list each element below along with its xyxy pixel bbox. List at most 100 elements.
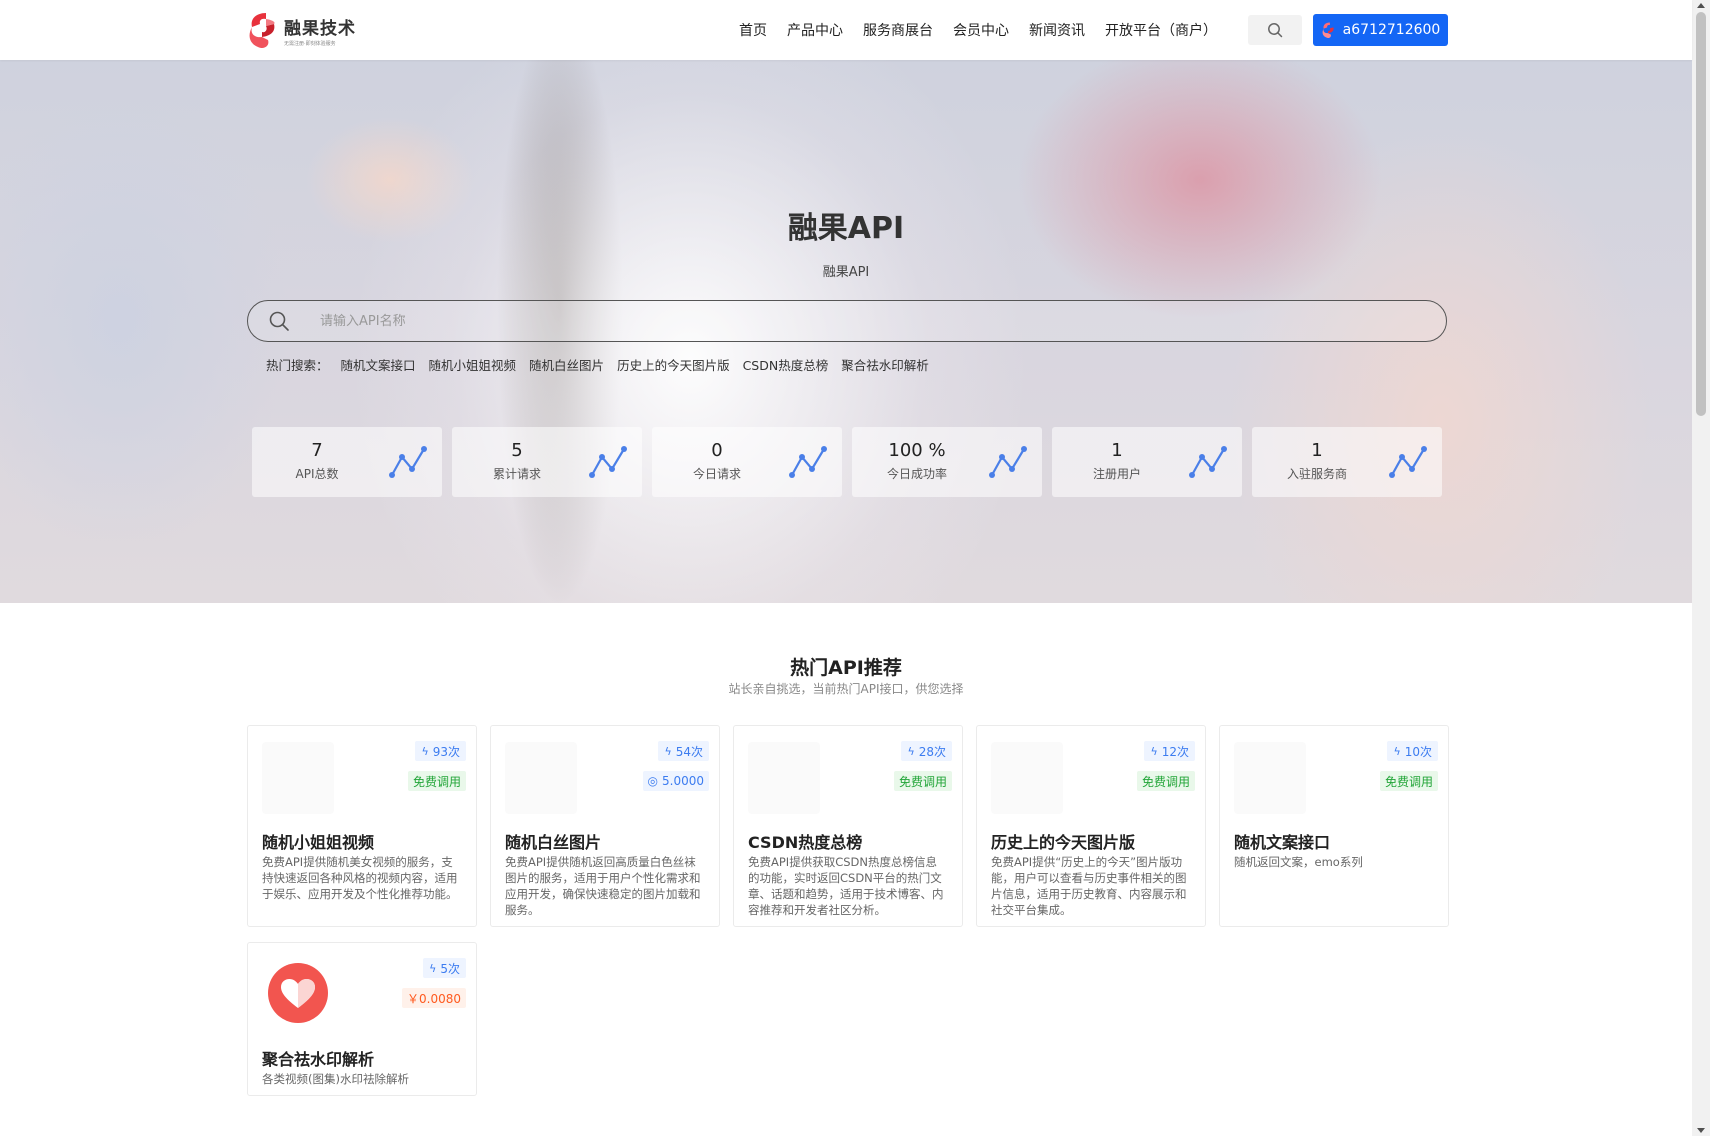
call-count-badge: ϟ 54次: [658, 741, 709, 761]
trend-line-icon: [1389, 446, 1427, 478]
hot-search-link[interactable]: 随机文案接口: [341, 355, 416, 374]
api-search-input[interactable]: [320, 301, 1446, 341]
coin-icon: ◎: [647, 774, 658, 788]
logo-subtext: 无需注册·即刻体验服务: [284, 40, 336, 47]
user-logo-icon: [1322, 22, 1334, 39]
hot-search-link[interactable]: 随机小姐姐视频: [429, 355, 517, 374]
lightning-icon: ϟ: [664, 744, 672, 758]
nav-open-platform[interactable]: 开放平台（商户）: [1105, 20, 1217, 40]
trend-line-icon: [389, 446, 427, 478]
api-title: 聚合祛水印解析: [262, 1050, 375, 1069]
stat-card-api-total: 7 API总数: [252, 427, 442, 497]
api-description: 免费API提供获取CSDN热度总榜信息的功能，实时返回CSDN平台的热门文章、话…: [748, 855, 944, 917]
logo-icon: [249, 13, 275, 49]
stat-card-success-rate: 100 % 今日成功率: [852, 427, 1042, 497]
hot-search-link[interactable]: 随机白丝图片: [529, 355, 604, 374]
call-count: 28次: [918, 744, 946, 759]
stat-label: 累计请求: [492, 467, 541, 481]
header-inner: 融果技术 无需注册·即刻体验服务 首页 产品中心 服务商展台 会员中心 新闻资讯…: [246, 0, 1448, 60]
top-header: 融果技术 无需注册·即刻体验服务 首页 产品中心 服务商展台 会员中心 新闻资讯…: [0, 0, 1692, 60]
heart-icon: [268, 963, 328, 1023]
api-description: 免费API提供“历史上的今天”图片版功能，用户可以查看与历史事件相关的图片信息，…: [991, 855, 1187, 917]
trend-line-icon: [589, 446, 627, 478]
hot-search-label: 热门搜索：: [266, 358, 329, 373]
api-thumbnail: [748, 742, 820, 814]
stat-value: 1: [1111, 440, 1123, 461]
call-count: 93次: [432, 744, 460, 759]
price-badge: 免费调用: [1379, 771, 1438, 791]
api-description: 免费API提供随机美女视频的服务，支持快速返回各种风格的视频内容，适用于娱乐、应…: [262, 855, 458, 901]
stat-label: 注册用户: [1092, 467, 1141, 481]
stat-label: 入驻服务商: [1286, 467, 1347, 481]
scroll-down-arrow[interactable]: [1697, 1128, 1705, 1133]
api-card[interactable]: ϟ 28次 免费调用 CSDN热度总榜 免费API提供获取CSDN热度总榜信息的…: [733, 725, 963, 927]
search-icon: [269, 311, 289, 331]
api-card[interactable]: ϟ 5次 ￥0.0080 聚合祛水印解析 各类视频(图集)水印祛除解析: [247, 942, 477, 1096]
stat-card-total-requests: 5 累计请求: [452, 427, 642, 497]
search-icon: [1268, 23, 1283, 38]
trend-line-icon: [1189, 446, 1227, 478]
call-count: 5次: [440, 961, 460, 976]
api-card[interactable]: ϟ 54次 ◎ 5.0000 随机白丝图片 免费API提供随机返回高质量白色丝袜…: [490, 725, 720, 927]
nav-member[interactable]: 会员中心: [953, 20, 1009, 40]
hero-title: 融果API: [787, 211, 905, 246]
hero-search-bar: [247, 300, 1447, 342]
call-count-badge: ϟ 12次: [1144, 741, 1195, 761]
api-card[interactable]: ϟ 93次 免费调用 随机小姐姐视频 免费API提供随机美女视频的服务，支持快速…: [247, 725, 477, 927]
hero-subtitle: 融果API: [822, 265, 870, 280]
stat-card-providers: 1 入驻服务商: [1252, 427, 1442, 497]
stat-value: 5: [511, 440, 523, 461]
logo-text: 融果技术: [284, 18, 356, 39]
call-count-badge: ϟ 10次: [1387, 741, 1438, 761]
price-badge: 免费调用: [893, 771, 952, 791]
hot-search-link[interactable]: 历史上的今天图片版: [617, 355, 730, 374]
scroll-up-arrow[interactable]: [1697, 3, 1705, 8]
section-title: 热门API推荐: [790, 657, 902, 679]
api-title: 随机白丝图片: [505, 833, 602, 852]
api-card[interactable]: ϟ 10次 免费调用 随机文案接口 随机返回文案，emo系列: [1219, 725, 1449, 927]
api-description: 免费API提供随机返回高质量白色丝袜图片的服务，适用于用户个性化需求和应用开发，…: [505, 855, 701, 917]
stat-label: 今日请求: [692, 467, 741, 481]
trend-line-icon: [789, 446, 827, 478]
stat-label: API总数: [295, 467, 339, 481]
main-nav: 首页 产品中心 服务商展台 会员中心 新闻资讯 开放平台（商户）: [739, 0, 1237, 60]
call-count-badge: ϟ 93次: [415, 741, 466, 761]
api-thumbnail: [991, 742, 1063, 814]
lightning-icon: ϟ: [907, 744, 915, 758]
trend-line-icon: [989, 446, 1027, 478]
call-count: 54次: [675, 744, 703, 759]
user-account-button[interactable]: a6712712600: [1313, 14, 1448, 46]
api-title: CSDN热度总榜: [748, 833, 863, 852]
stat-card-today-requests: 0 今日请求: [652, 427, 842, 497]
hot-search-link[interactable]: 聚合祛水印解析: [841, 355, 929, 374]
nav-home[interactable]: 首页: [739, 20, 767, 40]
price-value: 5.0000: [662, 774, 704, 788]
price-badge: ◎ 5.0000: [642, 771, 709, 791]
nav-news[interactable]: 新闻资讯: [1029, 20, 1085, 40]
api-title: 历史上的今天图片版: [991, 833, 1136, 852]
api-card[interactable]: ϟ 12次 免费调用 历史上的今天图片版 免费API提供“历史上的今天”图片版功…: [976, 725, 1206, 927]
call-count-badge: ϟ 5次: [423, 958, 466, 978]
header-search-button[interactable]: [1248, 15, 1302, 45]
nav-products[interactable]: 产品中心: [787, 20, 843, 40]
api-thumbnail: [1234, 742, 1306, 814]
stat-card-registered-users: 1 注册用户: [1052, 427, 1242, 497]
stat-value: 7: [311, 440, 323, 461]
page-scrollbar[interactable]: [1692, 0, 1710, 1136]
stat-value: 0: [711, 440, 723, 461]
logo-text-group: 融果技术 无需注册·即刻体验服务: [284, 14, 356, 47]
api-description: 随机返回文案，emo系列: [1234, 855, 1363, 869]
price-badge: ￥0.0080: [402, 988, 466, 1008]
stats-row: 7 API总数 5 累计请求 0 今日请求 100 % 今日成功率 1 注册用户…: [252, 427, 1452, 497]
call-count: 10次: [1404, 744, 1432, 759]
call-count: 12次: [1161, 744, 1189, 759]
nav-providers[interactable]: 服务商展台: [863, 20, 933, 40]
scrollbar-thumb[interactable]: [1696, 12, 1706, 416]
api-title: 随机小姐姐视频: [262, 833, 375, 852]
call-count-badge: ϟ 28次: [901, 741, 952, 761]
hot-search-link[interactable]: CSDN热度总榜: [743, 355, 829, 374]
api-description: 各类视频(图集)水印祛除解析: [262, 1072, 409, 1086]
api-title: 随机文案接口: [1234, 833, 1331, 852]
site-logo[interactable]: 融果技术 无需注册·即刻体验服务: [246, 9, 356, 51]
lightning-icon: ϟ: [1150, 744, 1158, 758]
